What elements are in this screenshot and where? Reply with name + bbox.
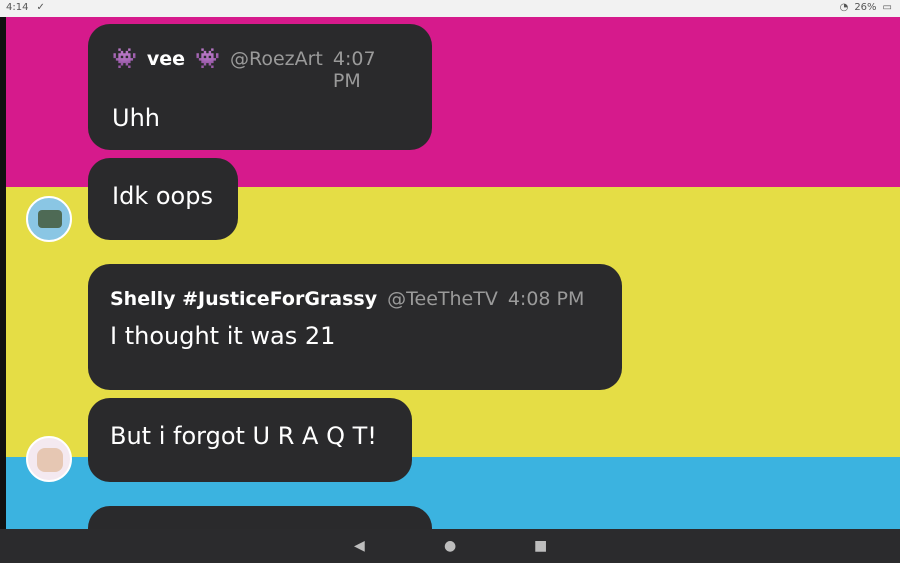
sender-handle: @RoezArt — [229, 48, 323, 70]
message-bubble-2[interactable]: Idk oops — [88, 158, 238, 240]
robot-icon — [38, 210, 62, 228]
avatar[interactable] — [26, 196, 72, 242]
message-text: Idk oops — [112, 182, 213, 210]
message-text: I thought it was 21 — [110, 322, 336, 350]
message-time: 4:07 PM — [332, 48, 376, 92]
status-time: 4:14 — [6, 2, 29, 13]
sender-name: vee — [146, 48, 186, 70]
wifi-icon: ◔ — [839, 2, 849, 13]
battery-percent: 26% — [854, 2, 877, 13]
recents-icon[interactable]: ■ — [534, 538, 547, 554]
left-edge — [0, 17, 6, 529]
avatar[interactable] — [26, 436, 72, 482]
message-bubble-4[interactable]: But i forgot U R A Q T! — [88, 398, 412, 482]
message-bubble-1[interactable]: 👾 vee 👾 @RoezArt 4:07 PM Uhh — [88, 24, 432, 150]
tv-face-icon — [37, 448, 63, 472]
navigation-bar: ◀ ● ■ — [0, 529, 900, 563]
sender-name: Shelly #JusticeForGrassy — [110, 288, 378, 310]
battery-icon: ▭ — [882, 2, 892, 13]
sender-handle: @TeeTheTV — [387, 288, 498, 310]
message-bubble-3[interactable]: Shelly #JusticeForGrassy @TeeTheTV 4:08 … — [88, 264, 622, 390]
status-bar: 4:14 ✓ ◔ 26% ▭ — [0, 0, 900, 17]
alien-icon: 👾 — [112, 46, 137, 70]
check-icon: ✓ — [36, 2, 45, 13]
home-icon[interactable]: ● — [444, 538, 456, 554]
message-text: Uhh — [112, 104, 160, 132]
message-text: But i forgot U R A Q T! — [110, 422, 377, 450]
alien-icon: 👾 — [195, 46, 220, 70]
message-time: 4:08 PM — [507, 288, 585, 310]
back-icon[interactable]: ◀ — [354, 538, 365, 554]
